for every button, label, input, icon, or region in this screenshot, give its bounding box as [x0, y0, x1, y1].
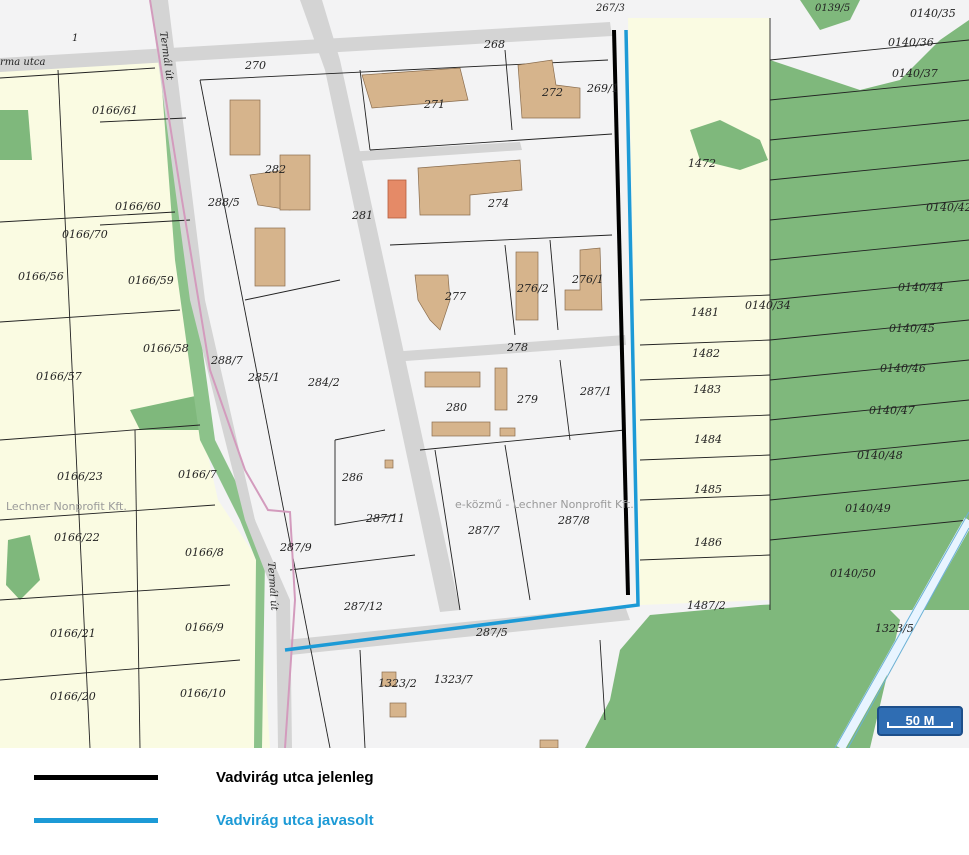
parcel-label: 1472: [688, 157, 716, 170]
parcel-label: 267/3: [595, 3, 625, 14]
parcel-label: 0166/70: [62, 228, 108, 241]
parcel-label: 0140/46: [880, 362, 926, 375]
parcel-label: 0140/50: [830, 567, 876, 580]
scale-bar-icon: [887, 722, 953, 728]
parcel-label: 0166/20: [50, 690, 96, 703]
legend-line-proposed: [34, 817, 158, 823]
parcel-label: 1485: [694, 483, 722, 496]
parcel-label: 280: [445, 401, 467, 414]
parcel-label: 0166/56: [18, 270, 64, 283]
parcel-label: 286: [341, 471, 363, 484]
parcel-label: 0166/23: [57, 470, 103, 483]
parcel-label: 0140/48: [857, 449, 903, 462]
highlighted-plot: [387, 179, 407, 219]
parcel-label: 271: [423, 98, 445, 111]
parcel-label: 287/11: [365, 512, 405, 525]
parcel-label: 0166/61: [92, 104, 138, 117]
parcel-label: 0140/45: [889, 322, 935, 335]
parcel-label: 269/1: [586, 82, 619, 95]
cadastral-map[interactable]: 0166/61 0166/60 0166/70 0166/56 0166/59 …: [0, 0, 969, 748]
parcel-label: 281: [351, 209, 373, 222]
parcel-label: 1483: [693, 383, 721, 396]
parcel-label: 287/12: [343, 600, 383, 613]
parcel-label: 0166/21: [50, 627, 96, 640]
legend-label-proposed: Vadvirág utca javasolt: [216, 811, 374, 829]
parcel-label: 0140/34: [745, 299, 791, 312]
parcel-label: 285/1: [247, 371, 280, 384]
parcel-label: 288/7: [210, 354, 243, 367]
parcel-label: 1481: [691, 306, 719, 319]
parcel-label: 0140/42: [926, 201, 969, 214]
parcel-label: 1487/2: [687, 599, 726, 612]
parcel-label: 287/7: [467, 524, 500, 537]
parcel-label: 270: [244, 59, 266, 72]
parcel-label: 0140/47: [869, 404, 915, 417]
parcel-label: 272: [541, 86, 563, 99]
parcel-label: 0166/57: [36, 370, 82, 383]
legend-label-current: Vadvirág utca jelenleg: [216, 768, 374, 786]
parcel-label: 0166/59: [128, 274, 174, 287]
parcel-label: 278: [506, 341, 528, 354]
scale-bar-button[interactable]: 50 M: [877, 706, 963, 736]
watermark: Lechner Nonprofit Kft.: [6, 500, 127, 513]
parcel-label: 0140/49: [845, 502, 891, 515]
parcel-label: 276/2: [516, 282, 549, 295]
legend-line-current: [34, 774, 158, 780]
parcel-label: 1323/5: [875, 622, 914, 635]
parcel-label: 284/2: [307, 376, 340, 389]
parcel-label: 279: [516, 393, 538, 406]
parcel-label: 287/9: [279, 541, 312, 554]
parcel-label: 282: [264, 163, 286, 176]
parcel-label: 1484: [694, 433, 722, 446]
street-label-rma-utca: rma utca: [0, 57, 45, 68]
parcel-label: 0166/9: [185, 621, 224, 634]
parcel-label: 0166/7: [178, 468, 217, 481]
parcel-label: 277: [444, 290, 466, 303]
parcel-label: 1: [72, 33, 78, 44]
parcel-label: 1323/7: [434, 673, 473, 686]
parcel-label: 1323/2: [378, 677, 417, 690]
parcel-label: 0166/60: [115, 200, 161, 213]
parcel-label: 0166/22: [54, 531, 100, 544]
parcel-label: 0166/58: [143, 342, 189, 355]
parcel-label: 0139/5: [815, 3, 850, 14]
map-view[interactable]: 0166/61 0166/60 0166/70 0166/56 0166/59 …: [0, 0, 969, 748]
parcel-label: 0140/37: [892, 67, 938, 80]
parcel-label: 0166/10: [180, 687, 226, 700]
parcel-label: 0140/44: [898, 281, 944, 294]
parcel-label: 287/1: [579, 385, 612, 398]
parcel-label: 288/5: [207, 196, 240, 209]
legend-item-current: Vadvirág utca jelenleg: [34, 762, 374, 792]
parcel-label: 276/1: [571, 273, 604, 286]
parcel-label: 0140/35: [910, 7, 956, 20]
parcel-label: 274: [487, 197, 509, 210]
parcel-label: 1486: [694, 536, 722, 549]
parcel-label: 268: [483, 38, 505, 51]
parcel-label: 1482: [692, 347, 720, 360]
parcel-label: 287/8: [557, 514, 590, 527]
parcel-label: 287/5: [475, 626, 508, 639]
watermark: e-közmű - Lechner Nonprofit Kft.: [455, 498, 634, 511]
parcel-label: 0140/36: [888, 36, 934, 49]
legend-item-proposed: Vadvirág utca javasolt: [34, 805, 374, 835]
parcel-label: 0166/8: [185, 546, 224, 559]
legend: Vadvirág utca jelenleg Vadvirág utca jav…: [0, 748, 969, 855]
